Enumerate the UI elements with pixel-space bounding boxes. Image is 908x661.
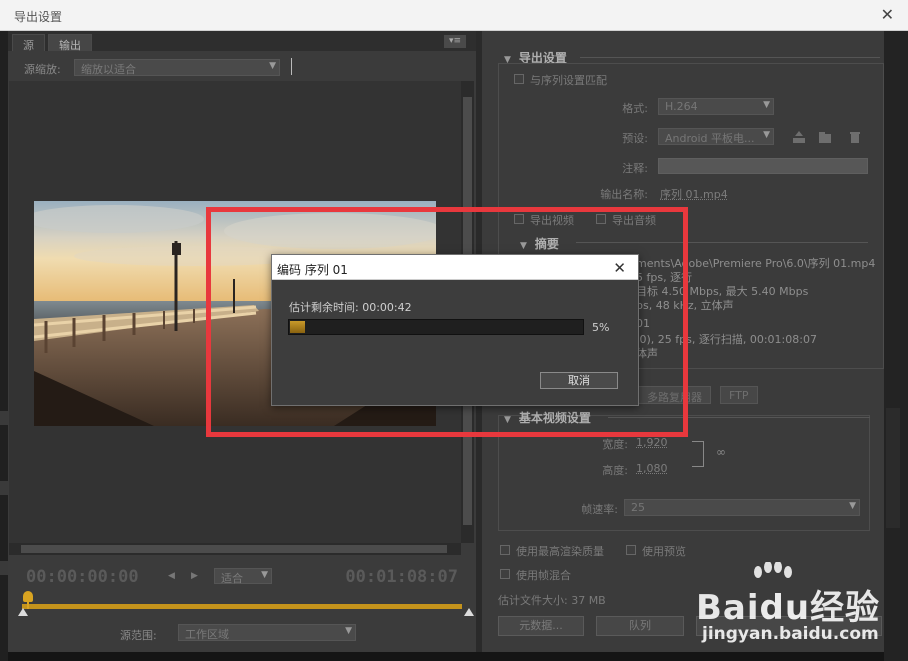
eta-text: 估计剩余时间: 00:00:42 (289, 299, 412, 315)
progress-percent: 5% (592, 321, 610, 334)
preset-select[interactable]: Android 平板电... ▼ (658, 128, 774, 145)
frame-blending-checkbox[interactable] (500, 569, 510, 579)
preview-horizontal-scrollbar[interactable] (9, 543, 461, 555)
frame-blending-label: 使用帧混合 (516, 569, 571, 582)
chevron-down-icon: ▼ (269, 61, 276, 71)
watermark-url: jingyan.baidu.com (702, 624, 879, 644)
mark-in-icon[interactable]: ◀ (168, 571, 175, 581)
tab-ftp[interactable]: FTP (720, 386, 758, 404)
source-range-row: 源范围: 工作区域 ▼ (8, 621, 476, 647)
match-sequence-label: 与序列设置匹配 (530, 74, 607, 87)
comment-label: 注释: (622, 162, 648, 175)
source-scale-select[interactable]: 缩放以适合 ▼ (74, 59, 280, 76)
window-titlebar: 导出设置 ✕ (0, 0, 908, 31)
edge-marker (0, 561, 8, 575)
out-point-handle[interactable] (464, 608, 474, 616)
width-value[interactable]: 1,920 (636, 436, 668, 449)
preview-tabs: 源 输出 ▾≡ (8, 31, 476, 52)
source-scale-row: 源缩放: 缩放以适合 ▼ (8, 55, 476, 81)
current-timecode[interactable]: 00:00:00:00 (26, 567, 139, 587)
queue-button[interactable]: 队列 (596, 616, 684, 636)
use-preview-label: 使用预览 (642, 545, 686, 558)
zoom-fit-value: 适合 (221, 572, 243, 585)
edge-marker (0, 481, 8, 495)
max-render-quality-label: 使用最高渲染质量 (516, 545, 604, 558)
dialog-close-icon[interactable]: ✕ (613, 259, 626, 277)
encoding-progress-bar (288, 319, 584, 335)
height-label: 高度: (602, 464, 628, 477)
window-title: 导出设置 (14, 10, 63, 24)
total-timecode: 00:01:08:07 (345, 567, 458, 587)
aspect-bracket (692, 441, 704, 467)
frame-rate-select[interactable]: 25 ▼ (624, 499, 860, 516)
panel-menu-icon[interactable]: ▾≡ (444, 35, 466, 48)
use-preview-checkbox[interactable] (626, 545, 636, 555)
brand-part-c: 经验 (810, 588, 881, 628)
estimated-file-size: 估计文件大小: 37 MB (498, 594, 606, 607)
chevron-down-icon: ▼ (345, 626, 352, 636)
output-name-label: 输出名称: (600, 188, 648, 201)
baidu-watermark: Baidu经验 jingyan.baidu.com (690, 560, 900, 655)
work-area-bar[interactable] (22, 604, 462, 609)
format-value: H.264 (665, 100, 698, 113)
source-range-select[interactable]: 工作区域 ▼ (178, 624, 356, 641)
chevron-down-icon: ▼ (763, 130, 770, 140)
window-close-icon[interactable]: ✕ (881, 5, 894, 24)
section-divider (580, 57, 880, 58)
tab-source[interactable]: 源 (12, 34, 45, 52)
in-point-handle[interactable] (18, 608, 28, 616)
source-scale-label: 源缩放: (24, 63, 61, 76)
format-select[interactable]: H.264 ▼ (658, 98, 774, 115)
tab-output[interactable]: 输出 (48, 34, 92, 52)
left-edge-strip (0, 31, 8, 661)
brand-part-b: du (759, 588, 811, 628)
timecode-row: 00:00:00:00 ◀ ▶ 适合 ▼ 00:01:08:07 (8, 561, 476, 595)
chevron-down-icon: ▼ (261, 570, 268, 580)
frame-rate-value: 25 (631, 501, 645, 514)
save-preset-icon[interactable] (792, 130, 806, 144)
eta-value: 00:00:42 (362, 301, 412, 314)
chevron-down-icon: ▼ (849, 501, 856, 511)
cancel-button[interactable]: 取消 (540, 372, 618, 389)
scrollbar-thumb[interactable] (21, 545, 447, 553)
source-range-value: 工作区域 (185, 628, 229, 641)
max-render-quality-checkbox[interactable] (500, 545, 510, 555)
link-chain-icon[interactable]: ∞ (716, 445, 726, 459)
progress-fill (290, 321, 305, 333)
output-name-link[interactable]: 序列 01.mp4 (660, 186, 728, 202)
dialog-title: 编码 序列 01 (277, 263, 348, 277)
timeline-scrubber[interactable] (16, 591, 474, 621)
delete-preset-icon[interactable] (848, 130, 862, 144)
edge-marker (0, 411, 8, 425)
match-sequence-checkbox[interactable] (514, 74, 524, 84)
width-label: 宽度: (602, 438, 628, 451)
format-label: 格式: (622, 102, 648, 115)
encoding-dialog: 编码 序列 01 ✕ 估计剩余时间: 00:00:42 5% 取消 (271, 254, 639, 406)
watermark-brand: Baidu经验 (696, 580, 880, 629)
import-preset-icon[interactable] (818, 130, 832, 144)
metadata-button[interactable]: 元数据... (498, 616, 584, 636)
source-scale-value: 缩放以适合 (81, 63, 136, 76)
source-range-label: 源范围: (120, 629, 157, 642)
settings-scrollbar[interactable] (886, 408, 900, 528)
mark-out-icon[interactable]: ▶ (191, 571, 198, 581)
dialog-titlebar: 编码 序列 01 ✕ (272, 255, 638, 280)
chevron-down-icon: ▼ (763, 100, 770, 110)
frame-rate-label: 帧速率: (581, 503, 618, 516)
comment-input[interactable] (658, 158, 868, 174)
preset-value: Android 平板电... (665, 132, 755, 145)
text-cursor (291, 58, 292, 75)
zoom-fit-select[interactable]: 适合 ▼ (214, 568, 272, 585)
preset-label: 预设: (622, 132, 648, 145)
eta-label: 估计剩余时间: (289, 301, 359, 314)
height-value[interactable]: 1,080 (636, 462, 668, 475)
brand-part-a: Bai (696, 588, 760, 628)
